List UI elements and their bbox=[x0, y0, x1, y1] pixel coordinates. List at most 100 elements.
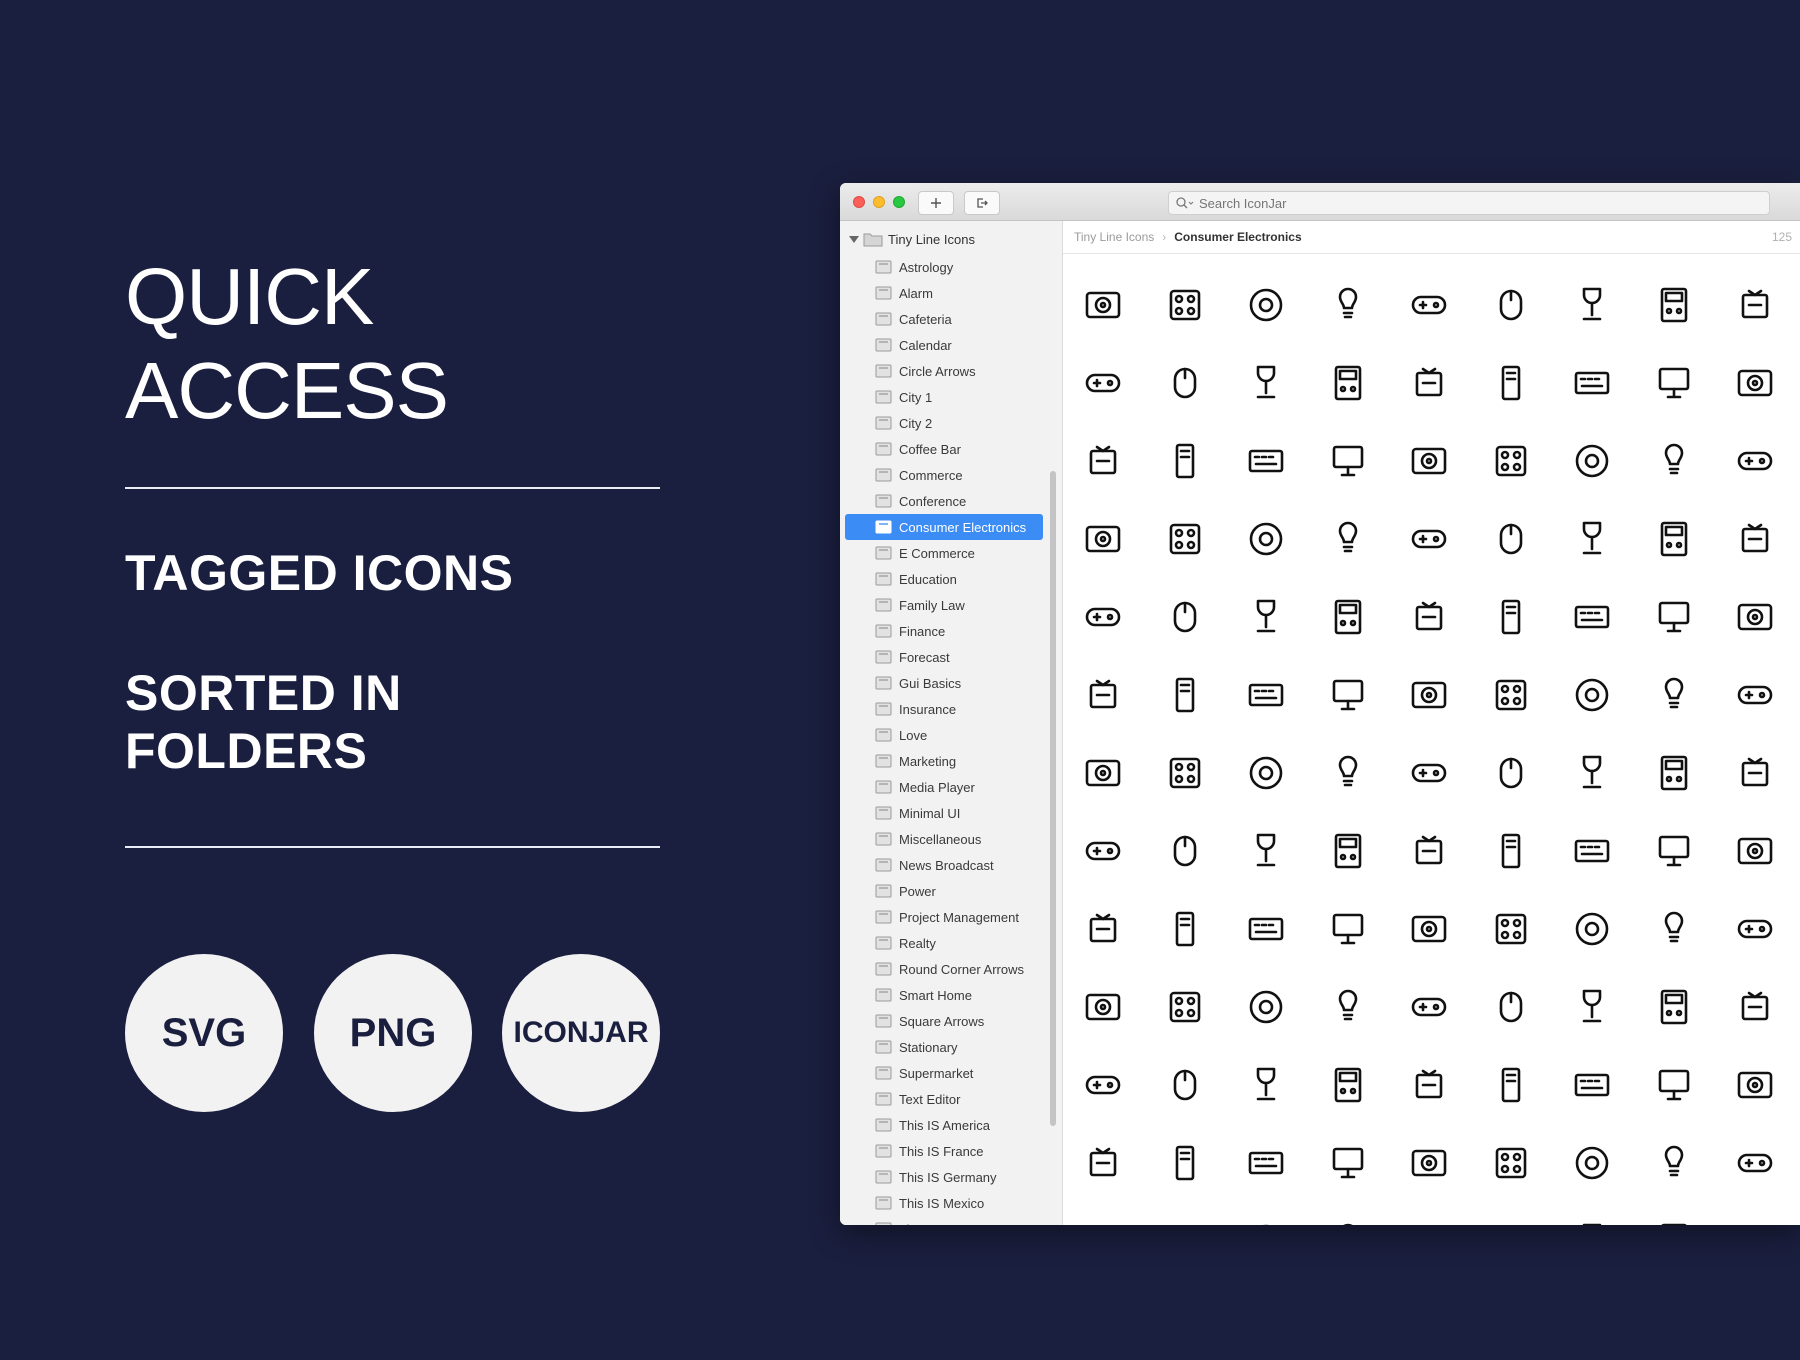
icon-tile[interactable] bbox=[1634, 812, 1714, 890]
icon-tile[interactable] bbox=[1389, 266, 1469, 344]
icon-tile[interactable] bbox=[1715, 734, 1795, 812]
icon-tile[interactable] bbox=[1145, 422, 1225, 500]
icon-tile[interactable] bbox=[1634, 500, 1714, 578]
icon-tile[interactable] bbox=[1063, 656, 1143, 734]
sidebar-item-miscellaneous[interactable]: Miscellaneous bbox=[845, 826, 1043, 852]
icon-tile[interactable] bbox=[1145, 890, 1225, 968]
icon-tile[interactable] bbox=[1471, 968, 1551, 1046]
icon-tile[interactable] bbox=[1063, 344, 1143, 422]
sidebar-item-minimal-ui[interactable]: Minimal UI bbox=[845, 800, 1043, 826]
icon-tile[interactable] bbox=[1063, 266, 1143, 344]
icon-tile[interactable] bbox=[1145, 578, 1225, 656]
icon-tile[interactable] bbox=[1226, 344, 1306, 422]
icon-tile[interactable] bbox=[1552, 266, 1632, 344]
sidebar-item-insurance[interactable]: Insurance bbox=[845, 696, 1043, 722]
icon-tile[interactable] bbox=[1634, 734, 1714, 812]
icon-tile[interactable] bbox=[1715, 422, 1795, 500]
icon-tile[interactable] bbox=[1145, 656, 1225, 734]
icon-tile[interactable] bbox=[1226, 890, 1306, 968]
icon-tile[interactable] bbox=[1715, 1046, 1795, 1124]
sidebar-item-circle-arrows[interactable]: Circle Arrows bbox=[845, 358, 1043, 384]
icon-tile[interactable] bbox=[1389, 344, 1469, 422]
add-button[interactable] bbox=[918, 191, 954, 215]
icon-tile[interactable] bbox=[1471, 344, 1551, 422]
icon-tile[interactable] bbox=[1145, 500, 1225, 578]
icon-tile[interactable] bbox=[1552, 1202, 1632, 1225]
icon-tile[interactable] bbox=[1634, 1202, 1714, 1225]
icon-tile[interactable] bbox=[1226, 500, 1306, 578]
icon-tile[interactable] bbox=[1552, 968, 1632, 1046]
icon-tile[interactable] bbox=[1226, 422, 1306, 500]
icon-tile[interactable] bbox=[1634, 1046, 1714, 1124]
sidebar-item-realty[interactable]: Realty bbox=[845, 930, 1043, 956]
sidebar-item-media-player[interactable]: Media Player bbox=[845, 774, 1043, 800]
icon-tile[interactable] bbox=[1389, 734, 1469, 812]
sidebar-item-this-is-germany[interactable]: This IS Germany bbox=[845, 1164, 1043, 1190]
icon-tile[interactable] bbox=[1634, 422, 1714, 500]
sidebar-item-this-is-france[interactable]: This IS France bbox=[845, 1138, 1043, 1164]
icon-tile[interactable] bbox=[1308, 1202, 1388, 1225]
icon-tile[interactable] bbox=[1063, 1124, 1143, 1202]
icon-tile[interactable] bbox=[1145, 1046, 1225, 1124]
icon-tile[interactable] bbox=[1145, 1124, 1225, 1202]
sidebar-item-time[interactable]: Time bbox=[845, 1216, 1043, 1225]
icon-tile[interactable] bbox=[1389, 890, 1469, 968]
icon-tile[interactable] bbox=[1552, 734, 1632, 812]
sidebar-item-forecast[interactable]: Forecast bbox=[845, 644, 1043, 670]
icon-tile[interactable] bbox=[1389, 578, 1469, 656]
icon-tile[interactable] bbox=[1226, 656, 1306, 734]
sidebar-item-e-commerce[interactable]: E Commerce bbox=[845, 540, 1043, 566]
sidebar-item-cafeteria[interactable]: Cafeteria bbox=[845, 306, 1043, 332]
icon-tile[interactable] bbox=[1471, 1046, 1551, 1124]
icon-tile[interactable] bbox=[1471, 500, 1551, 578]
icon-tile[interactable] bbox=[1471, 734, 1551, 812]
search-input[interactable] bbox=[1199, 195, 1759, 211]
sidebar-root-folder[interactable]: Tiny Line Icons bbox=[848, 228, 975, 250]
disclosure-triangle-icon[interactable] bbox=[848, 233, 860, 245]
icon-tile[interactable] bbox=[1471, 266, 1551, 344]
icon-tile[interactable] bbox=[1715, 500, 1795, 578]
icon-tile[interactable] bbox=[1308, 422, 1388, 500]
icon-tile[interactable] bbox=[1471, 812, 1551, 890]
sidebar-item-marketing[interactable]: Marketing bbox=[845, 748, 1043, 774]
icon-tile[interactable] bbox=[1715, 656, 1795, 734]
icon-tile[interactable] bbox=[1389, 500, 1469, 578]
sidebar-item-power[interactable]: Power bbox=[845, 878, 1043, 904]
icon-tile[interactable] bbox=[1308, 656, 1388, 734]
icon-tile[interactable] bbox=[1552, 890, 1632, 968]
breadcrumb-root[interactable]: Tiny Line Icons bbox=[1074, 230, 1154, 244]
icon-tile[interactable] bbox=[1715, 344, 1795, 422]
icon-tile[interactable] bbox=[1063, 890, 1143, 968]
sidebar-item-astrology[interactable]: Astrology bbox=[845, 254, 1043, 280]
sidebar-item-news-broadcast[interactable]: News Broadcast bbox=[845, 852, 1043, 878]
icon-tile[interactable] bbox=[1715, 812, 1795, 890]
sidebar-item-commerce[interactable]: Commerce bbox=[845, 462, 1043, 488]
icon-tile[interactable] bbox=[1389, 656, 1469, 734]
sidebar-item-calendar[interactable]: Calendar bbox=[845, 332, 1043, 358]
icon-tile[interactable] bbox=[1145, 266, 1225, 344]
zoom-window-button[interactable] bbox=[893, 196, 905, 208]
icon-tile[interactable] bbox=[1226, 968, 1306, 1046]
icon-tile[interactable] bbox=[1063, 1202, 1143, 1225]
icon-tile[interactable] bbox=[1634, 656, 1714, 734]
sidebar-item-this-is-america[interactable]: This IS America bbox=[845, 1112, 1043, 1138]
icon-tile[interactable] bbox=[1226, 1124, 1306, 1202]
icon-tile[interactable] bbox=[1389, 968, 1469, 1046]
sidebar-scrollbar[interactable] bbox=[1050, 471, 1056, 1126]
icon-tile[interactable] bbox=[1471, 890, 1551, 968]
icon-tile[interactable] bbox=[1063, 1046, 1143, 1124]
icon-tile[interactable] bbox=[1308, 500, 1388, 578]
icon-tile[interactable] bbox=[1634, 266, 1714, 344]
sidebar-item-consumer-electronics[interactable]: Consumer Electronics bbox=[845, 514, 1043, 540]
icon-tile[interactable] bbox=[1145, 734, 1225, 812]
sidebar-item-love[interactable]: Love bbox=[845, 722, 1043, 748]
icon-tile[interactable] bbox=[1552, 422, 1632, 500]
sidebar-item-finance[interactable]: Finance bbox=[845, 618, 1043, 644]
icon-tile[interactable] bbox=[1308, 812, 1388, 890]
icon-tile[interactable] bbox=[1308, 890, 1388, 968]
sidebar-item-coffee-bar[interactable]: Coffee Bar bbox=[845, 436, 1043, 462]
icon-tile[interactable] bbox=[1063, 422, 1143, 500]
icon-tile[interactable] bbox=[1063, 500, 1143, 578]
icon-tile[interactable] bbox=[1634, 968, 1714, 1046]
icon-tile[interactable] bbox=[1389, 422, 1469, 500]
